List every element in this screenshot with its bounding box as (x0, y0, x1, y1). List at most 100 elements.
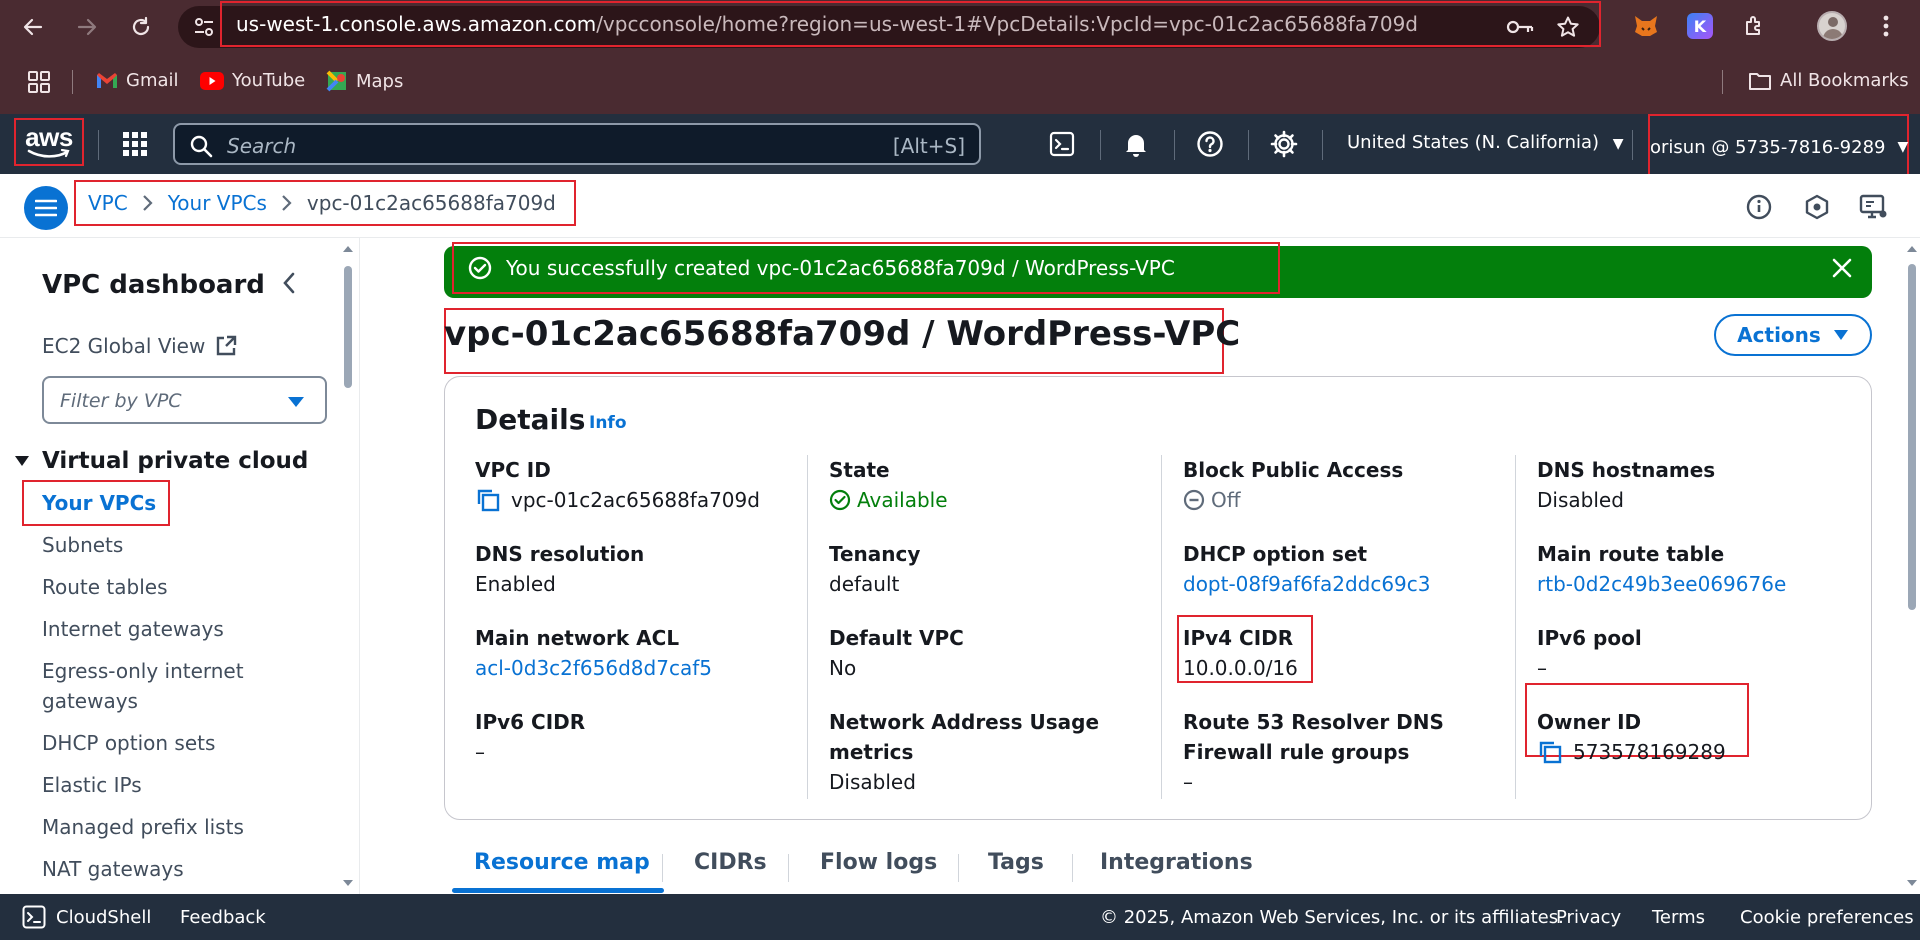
tenancy-value: default (829, 572, 900, 596)
field-route53-resolver: Route 53 Resolver DNS Firewall rule grou… (1183, 707, 1444, 797)
privacy-link[interactable]: Privacy (1556, 907, 1621, 928)
extension-fox-icon[interactable] (1630, 10, 1662, 42)
ipv6-pool-value: – (1537, 656, 1547, 680)
browser-menu-icon[interactable] (1870, 10, 1902, 42)
sidebar-section-virtual-private-cloud[interactable]: Virtual private cloud (14, 448, 308, 474)
sidebar-collapse-button[interactable] (282, 272, 296, 294)
aws-logo-text: aws (25, 122, 73, 152)
region-selector[interactable]: United States (N. California) ▼ (1347, 132, 1624, 153)
active-tab-indicator (452, 888, 664, 893)
bookmark-maps[interactable]: Maps (326, 70, 403, 92)
gear-icon[interactable] (1268, 128, 1300, 160)
feedback-link[interactable]: Feedback (180, 907, 266, 928)
breadcrumb: VPC Your VPCs vpc-01c2ac65688fa709d (74, 180, 576, 226)
breadcrumb-current: vpc-01c2ac65688fa709d (306, 191, 556, 215)
caret-down-icon (288, 397, 304, 407)
close-icon (1832, 258, 1852, 278)
main-scrollbar[interactable] (1904, 238, 1920, 894)
vpc-filter-placeholder: Filter by VPC (60, 390, 182, 412)
tab-cidrs[interactable]: CIDRs (694, 850, 767, 875)
success-message: You successfully created vpc-01c2ac65688… (452, 242, 1280, 294)
actions-button[interactable]: Actions (1714, 314, 1872, 356)
bell-icon[interactable] (1120, 128, 1152, 160)
caret-down-icon (15, 456, 29, 466)
url-highlight[interactable]: us-west-1.console.aws.amazon.com/vpccons… (220, 1, 1601, 47)
field-state: State Available (829, 455, 948, 515)
forward-button[interactable] (70, 10, 104, 44)
copyright-text: © 2025, Amazon Web Services, Inc. or its… (1100, 907, 1564, 928)
field-main-network-acl: Main network ACL acl-0d3c2f656d8d7caf5 (475, 623, 712, 683)
terms-link[interactable]: Terms (1652, 907, 1705, 928)
cloudshell-label: CloudShell (56, 906, 152, 928)
tab-flow-logs[interactable]: Flow logs (820, 850, 937, 875)
field-label: Block Public Access (1183, 458, 1404, 482)
copy-icon[interactable] (1537, 739, 1563, 765)
sidebar-item-elastic-ips[interactable]: Elastic IPs (42, 770, 142, 800)
cloudshell-icon (22, 905, 46, 929)
details-heading: Details (475, 403, 586, 436)
main-network-acl-link[interactable]: acl-0d3c2f656d8d7caf5 (475, 653, 712, 683)
side-nav-toggle[interactable] (24, 186, 68, 230)
main-route-table-link[interactable]: rtb-0d2c49b3ee069676e (1537, 569, 1786, 599)
chevron-right-icon (142, 194, 154, 212)
aws-logo[interactable]: aws (14, 118, 84, 166)
bookmark-label: YouTube (232, 70, 306, 91)
default-vpc-value: No (829, 656, 857, 680)
field-label: Route 53 Resolver DNS (1183, 710, 1444, 734)
info-icon[interactable] (1744, 192, 1774, 222)
services-grid-icon[interactable] (119, 128, 151, 160)
sidebar-item-internet-gateways[interactable]: Internet gateways (42, 614, 224, 644)
tab-resource-map[interactable]: Resource map (474, 850, 650, 875)
account-menu[interactable]: orisun @ 5735-7816-9289 ▼ (1648, 114, 1909, 180)
tab-tags[interactable]: Tags (988, 850, 1044, 875)
profile-avatar[interactable] (1816, 10, 1848, 42)
search-input[interactable]: Search [Alt+S] (173, 123, 981, 165)
breadcrumb-your-vpcs[interactable]: Your VPCs (168, 191, 267, 215)
bookmark-youtube[interactable]: YouTube (200, 70, 305, 91)
sidebar-item-label: EC2 Global View (42, 334, 206, 358)
extension-k-icon[interactable]: K (1684, 10, 1716, 42)
help-icon[interactable] (1194, 128, 1226, 160)
search-placeholder: Search (227, 134, 297, 158)
check-circle-icon (829, 489, 851, 511)
sidebar-item-ec2-global-view[interactable]: EC2 Global View (42, 334, 237, 358)
sidebar-scrollbar[interactable] (340, 238, 356, 894)
sidebar-item-managed-prefix-lists[interactable]: Managed prefix lists (42, 812, 244, 842)
extensions-puzzle-icon[interactable] (1738, 10, 1770, 42)
settings-hexagon-icon[interactable] (1802, 192, 1832, 222)
field-ipv6-pool: IPv6 pool – (1537, 623, 1642, 683)
sidebar-item-dhcp-option-sets[interactable]: DHCP option sets (42, 728, 215, 758)
field-label: DHCP option set (1183, 542, 1368, 566)
site-settings-icon[interactable] (192, 16, 216, 38)
details-info-link[interactable]: Info (589, 413, 627, 433)
sidebar-item-your-vpcs[interactable]: Your VPCs (42, 488, 156, 518)
field-value-row: 573578169289 (1537, 737, 1726, 767)
cookie-preferences-link[interactable]: Cookie preferences (1740, 907, 1914, 928)
notifications-monitor-icon[interactable] (1858, 192, 1888, 222)
copy-icon[interactable] (475, 487, 501, 513)
vpc-filter-select[interactable]: Filter by VPC (42, 376, 327, 424)
apps-grid-icon[interactable] (28, 71, 50, 93)
all-bookmarks[interactable]: All Bookmarks (1748, 70, 1909, 91)
sidebar-item-nat-gateways[interactable]: NAT gateways (42, 854, 184, 884)
dns-hostnames-value: Disabled (1537, 488, 1624, 512)
nav-divider (1174, 130, 1175, 160)
sidebar-item-egress-only-line1[interactable]: Egress-only internet (42, 656, 244, 686)
back-button[interactable] (16, 10, 50, 44)
field-block-public-access: Block Public Access Off (1183, 455, 1403, 515)
reload-button[interactable] (124, 10, 158, 44)
sidebar-section-label: Virtual private cloud (42, 448, 309, 474)
dhcp-option-set-link[interactable]: dopt-08f9af6fa2ddc69c3 (1183, 569, 1431, 599)
field-label: IPv4 CIDR (1183, 626, 1294, 650)
caret-down-icon (1833, 330, 1848, 340)
cloudshell-button[interactable]: CloudShell (22, 905, 151, 929)
sidebar-item-subnets[interactable]: Subnets (42, 530, 123, 560)
cloudshell-icon[interactable] (1046, 128, 1078, 160)
nav-divider (1632, 130, 1633, 160)
sidebar-item-egress-only-line2[interactable]: gateways (42, 686, 138, 716)
dismiss-flash-button[interactable] (1832, 258, 1852, 278)
sidebar-item-route-tables[interactable]: Route tables (42, 572, 168, 602)
tab-integrations[interactable]: Integrations (1100, 850, 1253, 875)
breadcrumb-vpc[interactable]: VPC (88, 191, 128, 215)
bookmark-gmail[interactable]: Gmail (96, 70, 179, 91)
